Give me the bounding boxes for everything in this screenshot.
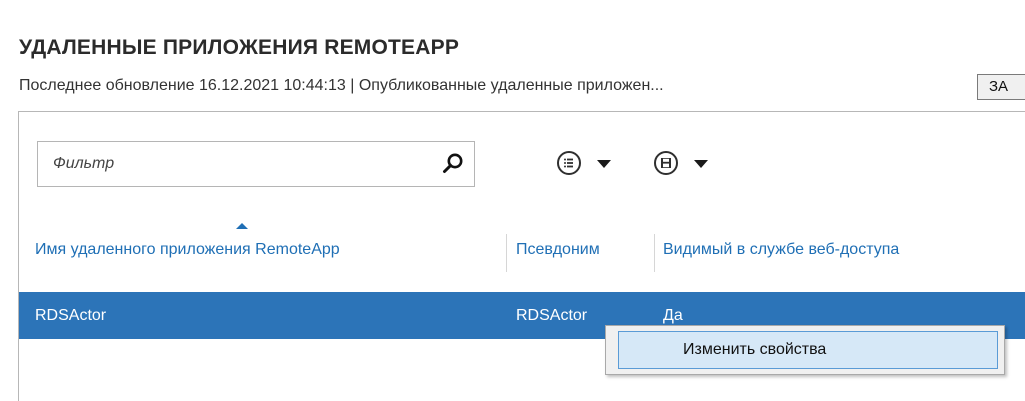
column-divider[interactable] [654,234,655,272]
menu-item-label: Изменить свойства [683,341,827,358]
view-options-button[interactable] [557,149,637,179]
column-header-name[interactable]: Имя удаленного приложения RemoteApp [35,228,340,272]
chevron-down-icon [694,160,708,168]
column-divider[interactable] [506,234,507,272]
column-header-web-access[interactable]: Видимый в службе веб-доступа [663,228,899,272]
list-icon [557,151,581,175]
tasks-button[interactable]: ЗА [977,74,1025,100]
filter-box [37,141,475,187]
cell-name: RDSActor [35,307,107,324]
context-menu: Изменить свойства [605,325,1005,375]
page-title: УДАЛЕННЫЕ ПРИЛОЖЕНИЯ REMOTEAPP [19,36,460,59]
filter-input[interactable] [38,142,428,186]
save-icon [654,151,678,175]
last-update-status: Последнее обновление 16.12.2021 10:44:13… [19,77,664,94]
column-header-alias[interactable]: Псевдоним [516,228,600,272]
save-options-button[interactable] [654,149,734,179]
search-icon[interactable] [441,152,465,176]
chevron-down-icon [597,160,611,168]
cell-alias: RDSActor [516,307,588,324]
table-header: Имя удаленного приложения RemoteApp Псев… [19,228,1025,272]
menu-item-edit-properties[interactable]: Изменить свойства [618,331,998,369]
